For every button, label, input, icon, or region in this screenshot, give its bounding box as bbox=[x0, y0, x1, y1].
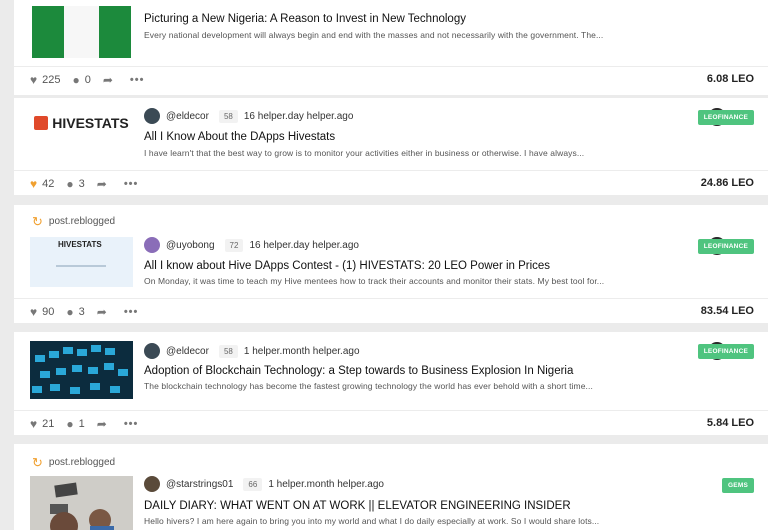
post-title[interactable]: All I know about Hive DApps Contest - (1… bbox=[144, 260, 550, 272]
reblog-icon: ↻ bbox=[32, 455, 43, 470]
author-name[interactable]: @eldecor bbox=[166, 111, 209, 122]
comment-icon: ● bbox=[72, 73, 80, 87]
reputation-badge: 58 bbox=[218, 109, 238, 123]
post-time: 1 helper.month helper.ago bbox=[268, 478, 384, 490]
heart-icon: ♥ bbox=[30, 177, 38, 191]
post-card: HIVESTATS @eldecor 58 16 helper.day help… bbox=[14, 98, 768, 195]
heart-icon: ♥ bbox=[30, 73, 38, 87]
post-excerpt[interactable]: Every national development will always b… bbox=[144, 30, 674, 40]
author-name[interactable]: @uyobong bbox=[166, 240, 215, 251]
post-card: Picturing a New Nigeria: A Reason to Inv… bbox=[14, 0, 768, 95]
post-time: 16 helper.day helper.ago bbox=[249, 239, 359, 251]
heart-icon: ♥ bbox=[30, 417, 38, 431]
post-card: ↻ post.reblogged @starstrings01 66 1 hel… bbox=[14, 444, 768, 530]
comment-count: 3 bbox=[78, 178, 85, 190]
reblog-button[interactable]: ➦ bbox=[97, 417, 112, 431]
vote-button[interactable]: ♥ 21 bbox=[30, 417, 54, 431]
reputation-badge: 58 bbox=[218, 344, 238, 358]
post-footer: ♥ 42 ● 3 ➦ ••• 24.86 LEO bbox=[14, 170, 768, 198]
post-thumbnail[interactable] bbox=[30, 341, 133, 399]
comment-button[interactable]: ● 0 bbox=[72, 73, 90, 87]
share-arrow-icon: ➦ bbox=[96, 417, 107, 431]
vote-button[interactable]: ♥ 225 bbox=[30, 73, 60, 87]
author-avatar[interactable] bbox=[144, 237, 160, 253]
post-footer: ♥ 90 ● 3 ➦ ••• 83.54 LEO bbox=[14, 298, 768, 326]
comment-icon: ● bbox=[66, 417, 74, 431]
author-avatar[interactable] bbox=[144, 476, 160, 492]
vote-count: 42 bbox=[42, 178, 55, 190]
community-tag[interactable]: LEOFINANCE bbox=[697, 110, 754, 125]
post-time: 1 helper.month helper.ago bbox=[243, 345, 360, 357]
post-meta: @uyobong 72 16 helper.day helper.ago bbox=[144, 237, 359, 253]
reblog-icon: ↻ bbox=[32, 214, 43, 229]
thumbnail-chart-icon bbox=[56, 265, 106, 267]
post-title[interactable]: Picturing a New Nigeria: A Reason to Inv… bbox=[144, 13, 466, 25]
author-avatar[interactable] bbox=[144, 343, 160, 359]
reputation-badge: 66 bbox=[243, 477, 263, 491]
post-meta: @eldecor 58 1 helper.month helper.ago bbox=[144, 343, 360, 359]
community-tag[interactable]: LEOFINANCE bbox=[697, 344, 754, 359]
comment-button[interactable]: ● 3 bbox=[66, 177, 84, 191]
reblog-notice: ↻ post.reblogged bbox=[32, 215, 115, 228]
author-name[interactable]: @eldecor bbox=[166, 346, 209, 357]
post-meta: @starstrings01 66 1 helper.month helper.… bbox=[144, 476, 384, 492]
reblog-button[interactable]: ➦ bbox=[97, 177, 112, 191]
vote-count: 90 bbox=[42, 306, 55, 318]
vote-button[interactable]: ♥ 90 bbox=[30, 305, 54, 319]
post-thumbnail[interactable]: HIVESTATS bbox=[30, 237, 133, 287]
post-excerpt[interactable]: I have learn't that the best way to grow… bbox=[144, 148, 674, 158]
share-arrow-icon: ➦ bbox=[102, 73, 113, 87]
post-excerpt[interactable]: On Monday, it was time to teach my Hive … bbox=[144, 276, 674, 286]
post-card: @eldecor 58 1 helper.month helper.ago LE… bbox=[14, 332, 768, 435]
post-card: ↻ post.reblogged HIVESTATS @uyobong 72 1… bbox=[14, 205, 768, 323]
post-footer: ♥ 21 ● 1 ➦ ••• 5.84 LEO bbox=[14, 410, 768, 438]
comment-button[interactable]: ● 1 bbox=[66, 417, 84, 431]
comment-count: 3 bbox=[78, 306, 85, 318]
vote-button[interactable]: ♥ 42 bbox=[30, 177, 54, 191]
post-title[interactable]: Adoption of Blockchain Technology: a Ste… bbox=[144, 365, 573, 377]
comment-button[interactable]: ● 3 bbox=[66, 305, 84, 319]
comment-icon: ● bbox=[66, 177, 74, 191]
more-options-icon[interactable]: ••• bbox=[124, 306, 139, 318]
more-options-icon[interactable]: ••• bbox=[124, 178, 139, 190]
share-arrow-icon: ➦ bbox=[96, 305, 107, 319]
vote-count: 21 bbox=[42, 418, 55, 430]
post-thumbnail[interactable] bbox=[30, 476, 133, 530]
comment-icon: ● bbox=[66, 305, 74, 319]
vote-count: 225 bbox=[42, 74, 61, 86]
hivestats-logo-icon bbox=[34, 116, 49, 130]
community-tag[interactable]: GEMS bbox=[722, 478, 754, 493]
comment-count: 0 bbox=[84, 74, 91, 86]
more-options-icon[interactable]: ••• bbox=[130, 74, 145, 86]
payout-value[interactable]: 83.54 LEO bbox=[701, 305, 754, 317]
community-tag[interactable]: LEOFINANCE bbox=[697, 239, 754, 254]
payout-value[interactable]: 5.84 LEO bbox=[707, 417, 754, 429]
post-time: 16 helper.day helper.ago bbox=[243, 110, 354, 122]
post-footer: ♥ 225 ● 0 ➦ ••• 6.08 LEO bbox=[14, 66, 768, 94]
author-name[interactable]: @starstrings01 bbox=[166, 479, 233, 490]
post-excerpt[interactable]: The blockchain technology has become the… bbox=[144, 381, 674, 391]
reblog-notice: ↻ post.reblogged bbox=[32, 456, 115, 469]
more-options-icon[interactable]: ••• bbox=[124, 418, 139, 430]
thumbnail-logo-text: HIVESTATS bbox=[58, 240, 102, 249]
post-excerpt[interactable]: Hello hivers? I am here again to bring y… bbox=[144, 516, 674, 526]
author-avatar[interactable] bbox=[144, 108, 160, 124]
post-thumbnail[interactable]: HIVESTATS bbox=[30, 108, 133, 138]
reputation-badge: 72 bbox=[224, 238, 244, 252]
reblog-button[interactable]: ➦ bbox=[103, 73, 118, 87]
share-arrow-icon: ➦ bbox=[96, 177, 107, 191]
reblog-label: post.reblogged bbox=[48, 216, 116, 227]
reblog-button[interactable]: ➦ bbox=[97, 305, 112, 319]
post-title[interactable]: All I Know About the DApps Hivestats bbox=[144, 131, 335, 143]
heart-icon: ♥ bbox=[30, 305, 38, 319]
comment-count: 1 bbox=[78, 418, 85, 430]
reblog-label: post.reblogged bbox=[48, 457, 116, 468]
payout-value[interactable]: 24.86 LEO bbox=[701, 177, 754, 189]
post-meta: @eldecor 58 16 helper.day helper.ago bbox=[144, 108, 353, 124]
thumbnail-logo-text: HIVESTATS bbox=[52, 115, 129, 131]
post-thumbnail[interactable] bbox=[30, 6, 133, 58]
payout-value[interactable]: 6.08 LEO bbox=[707, 73, 754, 85]
post-title[interactable]: DAILY DIARY: WHAT WENT ON AT WORK || ELE… bbox=[144, 500, 571, 512]
